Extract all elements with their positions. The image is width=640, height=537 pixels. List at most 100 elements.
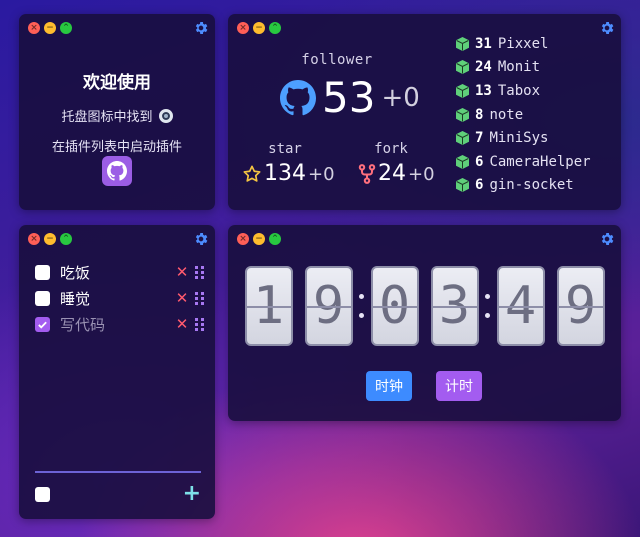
follower-label: follower: [301, 52, 373, 68]
drag-handle-icon[interactable]: [195, 265, 207, 279]
fork-icon: [358, 164, 376, 184]
repo-item[interactable]: 7 MiniSys: [456, 126, 591, 150]
repo-name: gin-socket: [489, 177, 574, 194]
add-button[interactable]: +: [183, 483, 201, 505]
repo-item[interactable]: 24 Monit: [456, 56, 591, 80]
flip-clock: 1 9 0 3 4 9: [228, 266, 621, 346]
minimize-button[interactable]: −: [253, 22, 265, 34]
tray-icon: [158, 108, 173, 123]
repo-name: CameraHelper: [489, 153, 591, 170]
maximize-button[interactable]: ⌃: [60, 233, 72, 245]
follower-count: 53: [322, 73, 376, 122]
window-controls: × − ⌃: [237, 233, 281, 245]
repo-cube-icon: [456, 83, 469, 98]
hour-ones-digit: 9: [304, 266, 353, 346]
check-icon: [38, 321, 47, 329]
repo-name: Tabox: [497, 82, 541, 99]
todo-checkbox[interactable]: [35, 290, 50, 306]
todo-item: 吃饭 ✕: [35, 259, 207, 285]
star-icon: [243, 165, 261, 182]
repo-name: note: [489, 106, 524, 123]
github-app-icon[interactable]: [102, 156, 132, 186]
todo-checkbox-checked[interactable]: [35, 316, 50, 332]
repo-cube-icon: [456, 60, 469, 75]
repo-item[interactable]: 6 gin-socket: [456, 174, 591, 198]
minimize-button[interactable]: −: [253, 233, 265, 245]
repo-item[interactable]: 31 Pixxel: [456, 32, 591, 56]
todo-item: 写代码 ✕: [35, 311, 207, 337]
github-icon: [280, 80, 316, 116]
repo-cube-icon: [456, 107, 469, 122]
gear-icon[interactable]: [193, 20, 209, 36]
repo-name: Monit: [497, 59, 541, 76]
follower-stat: 53 +0: [280, 74, 420, 122]
todo-text[interactable]: 睡觉: [60, 288, 173, 309]
new-todo-input[interactable]: [35, 471, 201, 473]
repo-star-count: 24: [475, 59, 492, 76]
close-button[interactable]: ×: [237, 233, 249, 245]
new-todo-checkbox[interactable]: [35, 486, 50, 502]
follower-delta: +0: [381, 83, 420, 113]
repo-star-count: 31: [475, 35, 492, 52]
repo-star-count: 13: [475, 82, 492, 99]
repo-star-count: 6: [475, 177, 484, 194]
drag-handle-icon[interactable]: [195, 291, 207, 305]
close-button[interactable]: ×: [28, 22, 40, 34]
github-stats-window: × − ⌃ follower 53 +0 star 134 +0 fork 24…: [228, 14, 621, 210]
minimize-button[interactable]: −: [44, 233, 56, 245]
repo-star-count: 8: [475, 106, 484, 123]
maximize-button[interactable]: ⌃: [269, 22, 281, 34]
second-tens-digit: 4: [496, 266, 545, 346]
clock-mode-button[interactable]: 时钟: [366, 371, 412, 401]
star-delta: +0: [308, 163, 335, 185]
repo-item[interactable]: 8 note: [456, 103, 591, 127]
maximize-button[interactable]: ⌃: [269, 233, 281, 245]
welcome-title: 欢迎使用: [83, 73, 151, 93]
repo-item[interactable]: 6 CameraHelper: [456, 150, 591, 174]
star-count: 134: [264, 161, 306, 186]
close-button[interactable]: ×: [237, 22, 249, 34]
minute-tens-digit: 0: [370, 266, 419, 346]
gear-icon[interactable]: [599, 231, 615, 247]
todo-checkbox[interactable]: [35, 264, 50, 280]
repo-name: Pixxel: [497, 35, 549, 52]
repo-cube-icon: [456, 154, 469, 169]
gear-icon[interactable]: [193, 231, 209, 247]
colon-separator: [483, 294, 493, 318]
tray-hint: 托盘图标中找到: [19, 106, 215, 125]
maximize-button[interactable]: ⌃: [60, 22, 72, 34]
tray-hint-text: 托盘图标中找到: [61, 110, 153, 125]
minimize-button[interactable]: −: [44, 22, 56, 34]
repo-item[interactable]: 13 Tabox: [456, 79, 591, 103]
repo-name: MiniSys: [489, 130, 549, 147]
delete-icon[interactable]: ✕: [173, 315, 191, 333]
plugin-hint: 在插件列表中启动插件: [51, 140, 182, 155]
timer-mode-button[interactable]: 计时: [436, 371, 482, 401]
repo-cube-icon: [456, 178, 469, 193]
drag-handle-icon[interactable]: [195, 317, 207, 331]
repo-star-count: 7: [475, 130, 484, 147]
repo-list: 31 Pixxel 24 Monit 13 Tabox 8 note 7 Min…: [456, 32, 591, 197]
repo-cube-icon: [456, 131, 469, 146]
window-controls: × − ⌃: [237, 22, 281, 34]
close-button[interactable]: ×: [28, 233, 40, 245]
fork-count: 24: [378, 161, 406, 186]
window-controls: × − ⌃: [28, 233, 72, 245]
todo-text[interactable]: 写代码: [60, 314, 173, 335]
delete-icon[interactable]: ✕: [173, 263, 191, 281]
colon-separator: [357, 294, 367, 318]
delete-icon[interactable]: ✕: [173, 289, 191, 307]
todo-text[interactable]: 吃饭: [60, 262, 173, 283]
repo-cube-icon: [456, 36, 469, 51]
fork-stat: 24 +0: [358, 160, 435, 188]
fork-label: fork: [374, 141, 408, 157]
fork-delta: +0: [408, 163, 435, 185]
minute-ones-digit: 3: [430, 266, 479, 346]
window-controls: × − ⌃: [28, 22, 72, 34]
repo-star-count: 6: [475, 153, 484, 170]
todo-list: 吃饭 ✕ 睡觉 ✕ 写代码 ✕: [35, 259, 207, 337]
welcome-window: × − ⌃ 欢迎使用 托盘图标中找到 在插件列表中启动插件: [19, 14, 215, 210]
gear-icon[interactable]: [599, 20, 615, 36]
todo-window: × − ⌃ 吃饭 ✕ 睡觉 ✕ 写代码 ✕ +: [19, 225, 215, 519]
clock-window: × − ⌃ 1 9 0 3 4 9 时钟 计时: [228, 225, 621, 421]
